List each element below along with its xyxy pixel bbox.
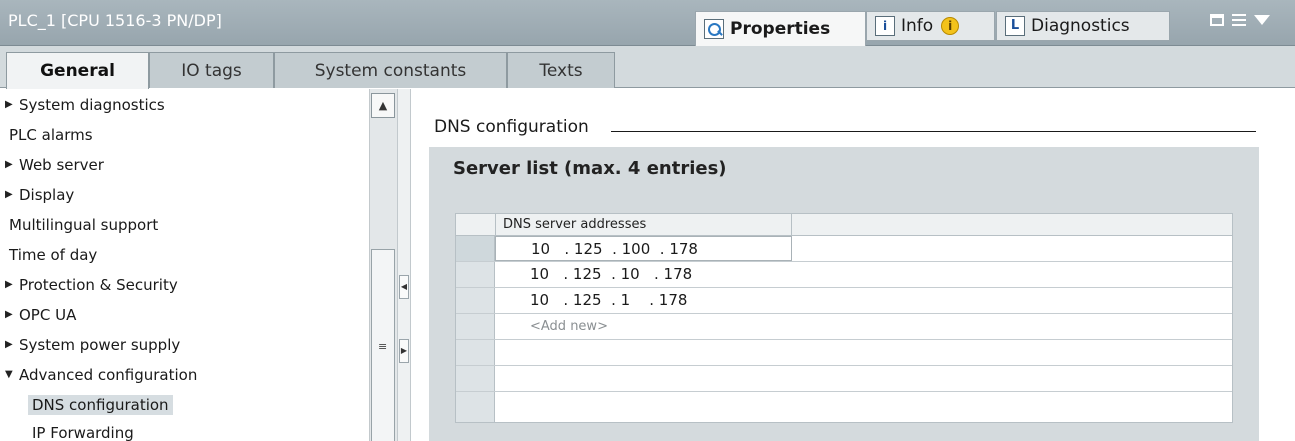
window-title: PLC_1 [CPU 1516-3 PN/DP] — [8, 11, 222, 30]
row-header[interactable] — [456, 288, 495, 313]
pane-splitter[interactable]: ◀ ▶ — [397, 89, 411, 441]
restore-icon[interactable] — [1210, 14, 1224, 26]
nav-item-protection-security[interactable]: ▶ Protection & Security — [5, 272, 178, 297]
grip-icon: ≡ — [378, 340, 388, 353]
table-row[interactable]: 10 . 125 . 100 . 178 — [456, 236, 1232, 262]
server-list-panel: Server list (max. 4 entries) DNS server … — [429, 147, 1259, 441]
expand-arrow-icon[interactable]: ▶ — [5, 279, 19, 290]
menu-icon[interactable] — [1232, 14, 1246, 26]
inspector-title-bar: PLC_1 [CPU 1516-3 PN/DP] Properties i In… — [0, 0, 1295, 46]
table-header: DNS server addresses — [456, 214, 1232, 236]
expand-arrow-icon[interactable]: ▶ — [5, 309, 19, 320]
nav-scrollbar[interactable]: ▲ ≡ — [369, 89, 397, 441]
dns-server-table: DNS server addresses 10 . 125 . 100 . 17… — [455, 213, 1233, 423]
table-row — [456, 366, 1232, 392]
table-row — [456, 340, 1232, 366]
nav-item-advanced-configuration[interactable]: ▼ Advanced configuration — [5, 362, 197, 387]
properties-icon — [704, 19, 724, 39]
scroll-thumb[interactable]: ≡ — [371, 249, 395, 441]
properties-content: DNS configuration Server list (max. 4 en… — [411, 89, 1295, 441]
nav-item-web-server[interactable]: ▶ Web server — [5, 152, 104, 177]
nav-item-system-diagnostics[interactable]: ▶ System diagnostics — [5, 92, 165, 117]
tab-info[interactable]: i Info i — [866, 11, 995, 41]
nav-item-plc-alarms[interactable]: PLC alarms — [9, 122, 93, 147]
dns-address-cell[interactable]: 10 . 125 . 10 . 178 — [495, 262, 792, 287]
expand-arrow-icon[interactable]: ▶ — [5, 99, 19, 110]
panel-heading: Server list (max. 4 entries) — [453, 158, 727, 179]
tab-general[interactable]: General — [6, 52, 149, 89]
expand-arrow-icon[interactable]: ▶ — [5, 159, 19, 170]
add-new-entry[interactable]: <Add new> — [495, 314, 792, 339]
diagnostics-icon: L — [1005, 16, 1025, 36]
table-row[interactable]: 10 . 125 . 1 . 178 — [456, 288, 1232, 314]
row-header[interactable] — [456, 236, 495, 261]
tab-texts[interactable]: Texts — [507, 52, 615, 88]
table-row[interactable]: 10 . 125 . 10 . 178 — [456, 262, 1232, 288]
row-header[interactable] — [456, 314, 495, 339]
nav-item-time-of-day[interactable]: Time of day — [9, 242, 97, 267]
dns-address-input[interactable]: 10 . 125 . 100 . 178 — [495, 236, 792, 261]
navigation-tree: ▶ System diagnostics PLC alarms ▶ Web se… — [0, 89, 397, 441]
nav-item-opc-ua[interactable]: ▶ OPC UA — [5, 302, 76, 327]
warning-badge-icon: i — [941, 17, 960, 35]
expand-right-icon[interactable]: ▶ — [399, 339, 409, 363]
row-header — [456, 340, 495, 365]
info-icon: i — [875, 16, 895, 36]
tab-system-constants[interactable]: System constants — [274, 52, 507, 88]
row-header — [456, 366, 495, 391]
tab-info-label: Info — [901, 16, 934, 36]
section-divider — [611, 131, 1256, 132]
tab-properties-label: Properties — [730, 19, 831, 39]
tab-properties[interactable]: Properties — [695, 11, 866, 46]
chevron-down-icon[interactable] — [1254, 15, 1270, 25]
nav-item-dns-configuration[interactable]: DNS configuration — [28, 392, 173, 417]
expand-arrow-icon[interactable]: ▶ — [5, 189, 19, 200]
column-header-dns-server-addresses[interactable]: DNS server addresses — [495, 214, 792, 236]
nav-item-system-power-supply[interactable]: ▶ System power supply — [5, 332, 180, 357]
window-controls — [1210, 14, 1270, 26]
expand-arrow-icon[interactable]: ▶ — [5, 339, 19, 350]
tab-diagnostics[interactable]: L Diagnostics — [996, 11, 1170, 41]
collapse-left-icon[interactable]: ◀ — [399, 275, 409, 299]
row-header[interactable] — [456, 262, 495, 287]
section-title: DNS configuration — [434, 117, 589, 137]
scroll-up-icon[interactable]: ▲ — [371, 93, 395, 118]
tab-diagnostics-label: Diagnostics — [1031, 16, 1130, 36]
table-row[interactable]: <Add new> — [456, 314, 1232, 340]
collapse-arrow-icon[interactable]: ▼ — [5, 369, 19, 380]
dns-address-cell[interactable]: 10 . 125 . 1 . 178 — [495, 288, 792, 313]
tab-io-tags[interactable]: IO tags — [149, 52, 274, 88]
nav-item-display[interactable]: ▶ Display — [5, 182, 74, 207]
property-tab-strip: General IO tags System constants Texts — [0, 46, 1295, 89]
nav-item-ip-forwarding[interactable]: IP Forwarding — [32, 420, 134, 441]
nav-item-multilingual-support[interactable]: Multilingual support — [9, 212, 158, 237]
